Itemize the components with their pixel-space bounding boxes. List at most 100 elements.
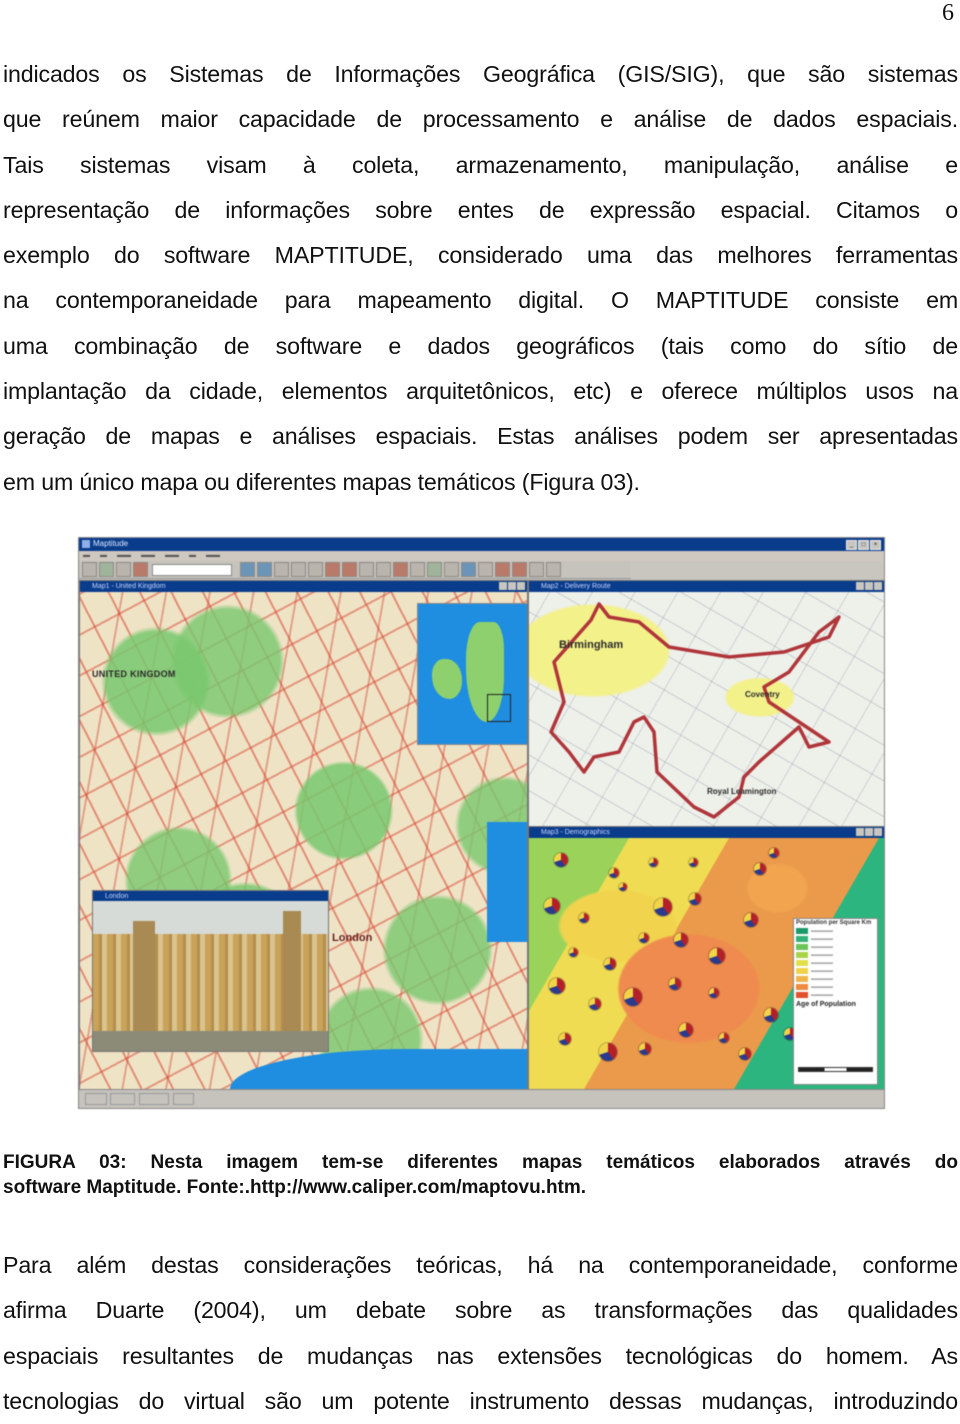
print-icon bbox=[133, 562, 148, 577]
figure-caption: FIGURA 03: Nesta imagem tem-se diferente… bbox=[3, 1150, 958, 1200]
app-icon bbox=[82, 540, 90, 548]
app-title: Maptitude bbox=[93, 539, 129, 548]
tool-icon bbox=[342, 562, 357, 577]
pie-chart-symbol bbox=[654, 898, 672, 916]
text-line: Para além destas considerações teóricas,… bbox=[3, 1252, 958, 1278]
layer-combo bbox=[152, 563, 232, 576]
tool-icon bbox=[274, 562, 289, 577]
page-number: 6 bbox=[942, 0, 954, 26]
menu-item: ▬ bbox=[83, 552, 90, 559]
pie-chart-symbol bbox=[559, 1033, 571, 1045]
text-line: que reúnem maior capacidade de processam… bbox=[3, 106, 958, 133]
text-line: implantação da cidade, elementos arquite… bbox=[3, 378, 958, 405]
tool-icon bbox=[308, 562, 323, 577]
text-line: indicados os Sistemas de Informações Geo… bbox=[3, 61, 958, 87]
text-line: exemplo do software MAPTITUDE, considera… bbox=[3, 242, 958, 269]
view-extent-box bbox=[487, 694, 511, 722]
pie-chart-symbol bbox=[624, 988, 642, 1006]
map-label-city: Royal Leamington bbox=[707, 787, 777, 796]
legend-swatch-label: ▬▬▬▬ bbox=[811, 960, 833, 966]
route-path bbox=[549, 602, 841, 819]
menu-item: ▬▬ bbox=[165, 552, 179, 559]
pie-chart-symbol bbox=[639, 1043, 651, 1055]
close-icon bbox=[874, 582, 882, 590]
legend-swatch bbox=[796, 968, 808, 974]
uk-map-window: Map1 - United Kingdom UNITED KINGDOM Lon… bbox=[79, 580, 528, 1090]
map-label-city: Coventry bbox=[745, 690, 780, 699]
open-file-icon bbox=[99, 562, 114, 577]
legend-swatch-label: ▬▬▬▬ bbox=[811, 976, 833, 982]
app-toolbar bbox=[79, 561, 631, 579]
status-cell bbox=[110, 1093, 136, 1105]
demographics-title-text: Map3 - Demographics bbox=[541, 829, 610, 836]
pie-chart-symbol bbox=[604, 958, 616, 970]
pane-controls bbox=[499, 582, 525, 590]
tower-shape bbox=[133, 921, 155, 1031]
tool-icon bbox=[376, 562, 391, 577]
river-shape bbox=[93, 1031, 328, 1051]
minimize-icon: _ bbox=[846, 540, 857, 550]
legend-swatch-row: ▬▬▬▬ bbox=[794, 991, 877, 999]
close-icon: × bbox=[870, 540, 881, 550]
text-line: afirma Duarte (2004), um debate sobre as… bbox=[3, 1297, 958, 1324]
legend-swatch-row: ▬▬▬▬ bbox=[794, 935, 877, 943]
text-line: geração de mapas e análises espaciais. E… bbox=[3, 423, 958, 450]
map-label-city: London bbox=[332, 932, 373, 944]
pie-chart-symbol bbox=[554, 853, 568, 867]
photo-window-title: London bbox=[93, 891, 328, 901]
text-line: representação de informações sobre entes… bbox=[3, 196, 958, 223]
uk-map-canvas: UNITED KINGDOM London London bbox=[80, 592, 527, 1089]
overview-inset-map bbox=[417, 603, 527, 745]
map-legend: Population per Square Km ▬▬▬▬ ▬▬▬▬ ▬▬▬▬ ▬▬▬… bbox=[793, 918, 878, 1085]
pie-chart-symbol bbox=[599, 1043, 617, 1061]
legend-swatch-label: ▬▬▬▬ bbox=[811, 984, 833, 990]
body-paragraph-1: indicados os Sistemas de Informações Geo… bbox=[3, 52, 958, 505]
legend-swatch-row: ▬▬▬▬ bbox=[794, 951, 877, 959]
sea-area bbox=[487, 822, 527, 942]
pie-chart-symbol bbox=[589, 998, 601, 1010]
legend-swatch-label: ▬▬▬▬ bbox=[811, 992, 833, 998]
pie-chart-symbol bbox=[649, 858, 658, 867]
tool-icon bbox=[546, 562, 561, 577]
maximize-icon: □ bbox=[858, 540, 869, 550]
legend-swatch-row: ▬▬▬▬ bbox=[794, 967, 877, 975]
app-title-bar: Maptitude _ □ × bbox=[79, 538, 884, 551]
pie-chart-symbol bbox=[709, 988, 719, 998]
legend-swatch-row: ▬▬▬▬ bbox=[794, 983, 877, 991]
route-map-title: Map2 - Delivery Route bbox=[529, 581, 884, 592]
ireland-shape bbox=[432, 659, 462, 699]
pane-controls bbox=[856, 582, 882, 590]
legend-swatch bbox=[796, 944, 808, 950]
legend-subtitle: Age of Population bbox=[796, 1001, 856, 1008]
pie-chart-symbol bbox=[689, 893, 701, 905]
legend-swatch-label: ▬▬▬▬ bbox=[811, 944, 833, 950]
tool-icon bbox=[240, 562, 255, 577]
legend-swatches: ▬▬▬▬ ▬▬▬▬ ▬▬▬▬ ▬▬▬▬ ▬▬▬▬ ▬▬▬▬ ▬▬▬▬ ▬▬▬▬ ▬▬▬▬ bbox=[794, 927, 877, 999]
minimize-icon bbox=[499, 582, 507, 590]
app-menu-bar: ▬ ▬ ▬▬ ▬▬ ▬▬ ▬ ▬▬ bbox=[79, 551, 884, 561]
legend-swatch bbox=[796, 960, 808, 966]
tool-icon bbox=[393, 562, 408, 577]
legend-swatch bbox=[796, 936, 808, 942]
legend-swatch-row: ▬▬▬▬ bbox=[794, 975, 877, 983]
tower-shape bbox=[283, 911, 301, 1031]
legend-swatch-row: ▬▬▬▬ bbox=[794, 943, 877, 951]
app-status-bar bbox=[79, 1089, 884, 1108]
pie-chart-symbol bbox=[754, 863, 766, 875]
pie-chart-symbol bbox=[739, 1048, 751, 1060]
maximize-icon bbox=[865, 582, 873, 590]
save-icon bbox=[116, 562, 131, 577]
pie-chart-symbol bbox=[619, 883, 627, 891]
legend-swatch bbox=[796, 992, 808, 998]
pie-chart-symbol bbox=[709, 948, 725, 964]
text-line: em um único mapa ou diferentes mapas tem… bbox=[3, 468, 640, 495]
legend-swatch bbox=[796, 984, 808, 990]
uk-map-title: Map1 - United Kingdom bbox=[80, 581, 527, 592]
legend-swatch bbox=[796, 952, 808, 958]
text-line: na contemporaneidade para mapeamento dig… bbox=[3, 287, 958, 314]
close-icon bbox=[517, 582, 525, 590]
tool-icon bbox=[257, 562, 272, 577]
tool-icon bbox=[529, 562, 544, 577]
demographics-map-canvas: Population per Square Km ▬▬▬▬ ▬▬▬▬ ▬▬▬▬ ▬▬▬… bbox=[529, 838, 884, 1089]
pie-chart-symbol bbox=[764, 1008, 778, 1022]
